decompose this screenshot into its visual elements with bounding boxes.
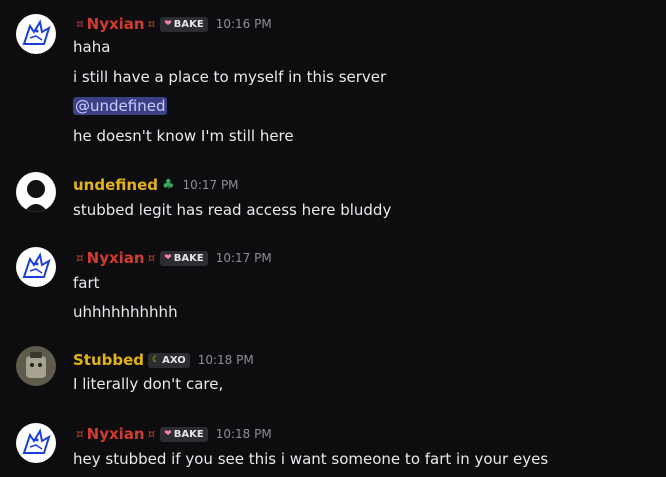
guild-tag-label: BAKE [173,428,204,440]
avatar[interactable] [16,172,56,212]
moon-icon: ☾ [152,355,161,365]
name-decoration: ¤ [76,251,84,265]
name-decoration: ¤ [76,17,84,31]
username[interactable]: Nyxian [87,249,145,267]
name-decoration: ¤ [147,17,156,31]
username[interactable]: undefined [73,176,158,194]
avatar[interactable] [16,14,56,54]
avatar[interactable] [16,423,56,463]
timestamp[interactable]: 10:18 PM [216,427,272,441]
guild-tag[interactable]: ❤ BAKE [160,426,208,442]
user-mention[interactable]: @undefined [73,97,168,115]
heart-icon: ❤ [164,429,172,439]
message-text: i still have a place to myself in this s… [73,68,387,86]
avatar[interactable] [16,346,56,386]
timestamp[interactable]: 10:17 PM [183,178,239,192]
message-text: fart [73,274,100,292]
guild-tag[interactable]: ☾ AXO [148,352,190,368]
name-decoration: ¤ [76,427,84,441]
leaf-icon: ♣ [161,177,175,193]
message-text: he doesn't know I'm still here [73,127,294,145]
timestamp[interactable]: 10:17 PM [216,251,272,265]
username[interactable]: Stubbed [73,351,144,369]
guild-tag-label: BAKE [173,252,204,264]
name-decoration: ¤ [147,251,156,265]
guild-tag-label: BAKE [173,18,204,30]
username[interactable]: Nyxian [87,425,145,443]
message-text: haha [73,38,111,56]
username[interactable]: Nyxian [87,15,145,33]
message-text: stubbed legit has read access here bludd… [73,201,392,219]
message-text: uhhhhhhhhhh [73,303,178,321]
message-text: I literally don't care, [73,375,224,393]
message-text: @undefined [73,96,168,116]
guild-tag[interactable]: ❤ BAKE [160,250,208,266]
name-decoration: ¤ [147,427,156,441]
guild-tag-label: AXO [162,354,186,366]
guild-tag[interactable]: ❤ BAKE [160,16,208,32]
heart-icon: ❤ [164,19,172,29]
timestamp[interactable]: 10:18 PM [198,353,254,367]
timestamp[interactable]: 10:16 PM [216,17,272,31]
message-text: hey stubbed if you see this i want someo… [73,450,549,468]
heart-icon: ❤ [164,253,172,263]
avatar[interactable] [16,247,56,287]
